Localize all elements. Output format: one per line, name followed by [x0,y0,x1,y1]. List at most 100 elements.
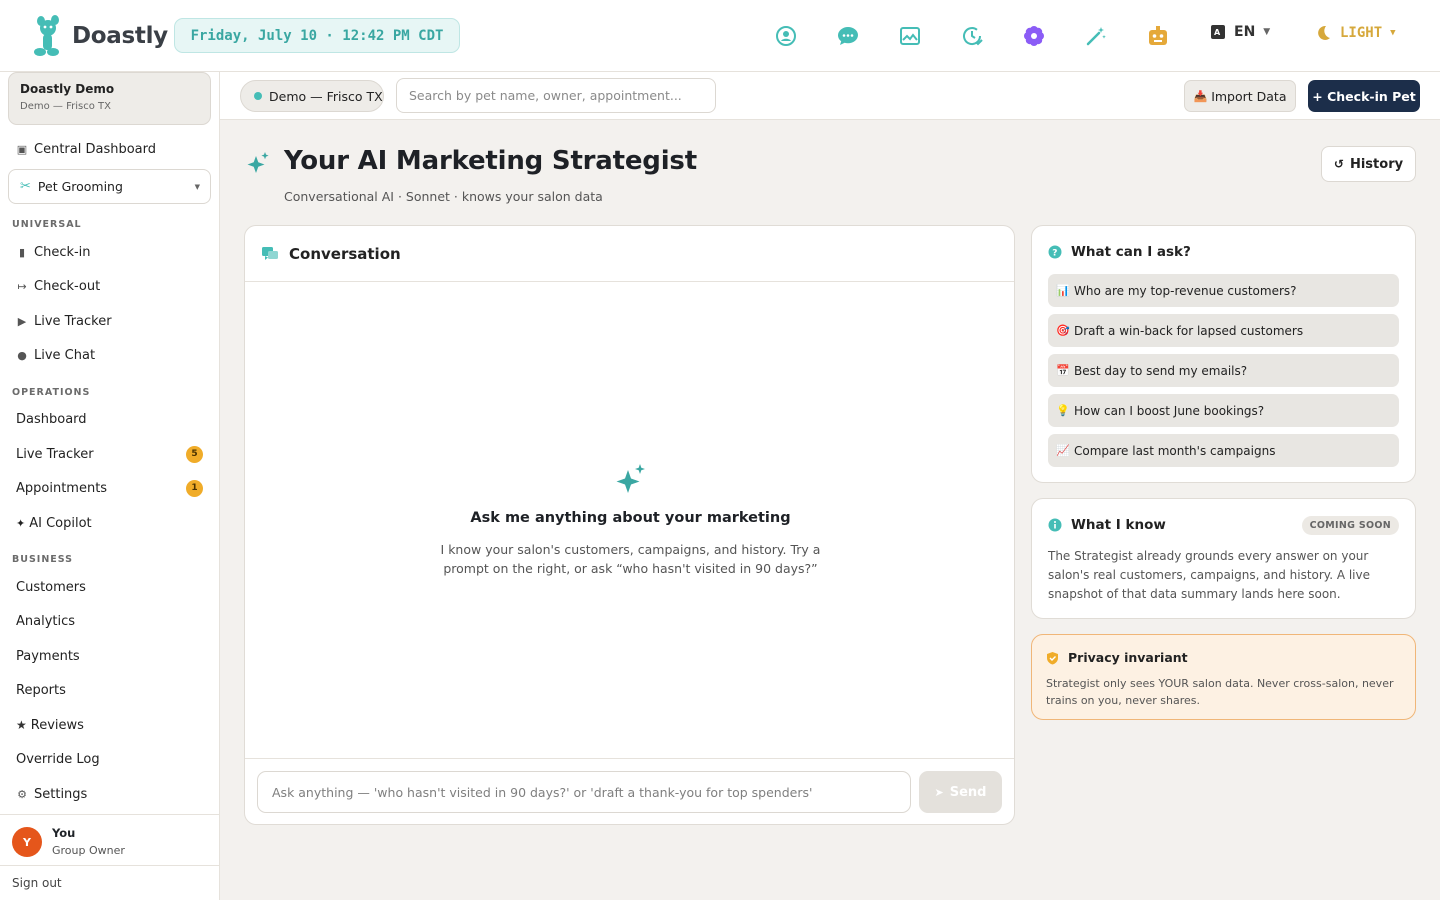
section-universal: UNIVERSAL [12,219,82,230]
sidebar-item-label: Analytics [16,613,76,629]
knowledge-description: The Strategist already grounds every ans… [1048,549,1371,601]
suggestion-best-day[interactable]: 📅 Best day to send my emails? [1048,354,1399,387]
sidebar-item-customers[interactable]: Customers [8,572,211,602]
chat-bubble-icon: ● [17,348,27,362]
empty-state: Ask me anything about your marketing I k… [245,462,1014,578]
sidebar: Doastly Demo Demo — Frisco TX ▣ Central … [0,72,220,900]
sidebar-item-label: Check-in [34,244,91,260]
suggestion-label: Best day to send my emails? [1074,363,1248,378]
shield-icon [1047,651,1058,664]
conversation-title: Conversation [289,244,401,263]
suggestion-label: Compare last month's campaigns [1074,443,1276,458]
sidebar-item-appointments[interactable]: Appointments 1 [8,473,211,503]
help-icon: ? [1048,245,1062,259]
flower-icon[interactable] [1022,24,1046,48]
privacy-header: Privacy invariant [1046,650,1188,665]
sidebar-item-live-chat[interactable]: ● Live Chat [8,340,211,370]
theme-toggle[interactable]: LIGHT ▼ [1314,24,1396,42]
chat-icon[interactable] [836,24,860,48]
sidebar-item-settings[interactable]: ⚙ Settings [8,779,211,809]
sidebar-item-label: Live Tracker [34,313,112,329]
image-icon[interactable] [898,24,922,48]
import-data-button[interactable]: 📥 Import Data [1184,80,1296,112]
sidebar-item-reports[interactable]: Reports [8,675,211,705]
info-icon [1048,518,1062,532]
datetime-badge: Friday, July 10 · 12:42 PM CDT [174,18,460,53]
sidebar-item-label: Live Tracker [16,446,94,462]
chevron-down-icon: ▼ [1263,27,1271,37]
knowledge-card: What I know COMING SOON The Strategist a… [1031,498,1416,619]
svg-text:?: ? [1052,249,1057,259]
suggestion-boost-bookings[interactable]: 💡 How can I boost June bookings? [1048,394,1399,427]
knowledge-title: What I know [1071,517,1166,533]
vertical-selector[interactable]: ✂ Pet Grooming ▼ [8,169,211,204]
suggestion-label: Draft a win-back for lapsed customers [1074,323,1304,338]
sidebar-item-ai-copilot[interactable]: ✦ AI Copilot [8,508,211,538]
sidebar-item-dashboard[interactable]: Dashboard [8,404,211,434]
lightbulb-icon: 💡 [1056,404,1070,417]
location-label: Demo — Frisco TX [269,88,383,104]
suggestion-win-back[interactable]: 🎯 Draft a win-back for lapsed customers [1048,314,1399,347]
count-badge: 1 [186,479,203,497]
location-selector[interactable]: Demo — Frisco TX [240,80,384,112]
chevron-down-icon: ▼ [1390,28,1396,38]
sidebar-item-reviews[interactable]: ★ Reviews [8,710,211,740]
magic-wand-icon[interactable] [1084,24,1108,48]
video-icon: ▶ [17,314,27,328]
sidebar-item-label: AI Copilot [29,515,92,531]
page-subtitle: Conversational AI · Sonnet · knows your … [284,189,603,204]
suggestion-label: How can I boost June bookings? [1074,403,1265,418]
clipboard-icon: ▮ [18,245,26,259]
translate-icon: A [1211,25,1225,39]
trend-chart-icon: 📈 [1056,444,1070,457]
moon-icon [1318,25,1330,40]
top-bar: Doastly Friday, July 10 · 12:42 PM CDT A… [0,0,1440,72]
sidebar-item-central-dashboard[interactable]: ▣ Central Dashboard [8,134,211,164]
sidebar-item-label: Live Chat [34,347,96,363]
user-profile[interactable]: Y You Group Owner [0,814,219,866]
history-icon: ↺ [1333,157,1344,171]
sparkles-icon [247,152,269,173]
sidebar-item-label: Payments [16,648,80,664]
sidebar-item-label: Check-out [34,278,101,294]
sidebar-item-live-tracker[interactable]: ▶ Live Tracker [8,306,211,336]
count-badge: 5 [186,445,203,463]
sidebar-item-live-tracker-ops[interactable]: Live Tracker 5 [8,439,211,469]
sidebar-item-analytics[interactable]: Analytics [8,606,211,636]
privacy-description: Strategist only sees YOUR salon data. Ne… [1046,677,1394,707]
avatar: Y [12,827,42,857]
sign-out-link[interactable]: Sign out [0,865,219,900]
inbox-icon: 📥 [1193,89,1208,103]
sidebar-item-label: Override Log [16,751,100,767]
org-switcher[interactable]: Doastly Demo Demo — Frisco TX [8,72,211,125]
svg-text:A: A [1214,28,1221,37]
profile-icon[interactable] [774,24,798,48]
send-button[interactable]: ➤ Send [919,771,1002,813]
suggestion-compare-campaigns[interactable]: 📈 Compare last month's campaigns [1048,434,1399,467]
sidebar-item-payments[interactable]: Payments [8,641,211,671]
sidebar-item-check-out[interactable]: ↦ Check-out [8,271,211,301]
language-selector[interactable]: A EN ▼ [1210,24,1270,40]
suggestions-title: What can I ask? [1071,244,1191,260]
sidebar-item-check-in[interactable]: ▮ Check-in [8,237,211,267]
sidebar-item-label: Reviews [30,717,84,733]
scissors-icon: ✂ [20,179,31,194]
app-logo[interactable]: Doastly [30,14,168,58]
robot-icon[interactable] [1146,24,1170,48]
conversation-header: Conversation [245,226,1014,282]
schedule-icon[interactable] [960,24,984,48]
calendar-icon: 📅 [1056,364,1070,377]
ask-input[interactable] [257,771,911,813]
chevron-down-icon: ▼ [194,182,200,191]
history-button[interactable]: ↺ History [1321,146,1416,182]
composer: ➤ Send [245,758,1014,824]
sidebar-item-label: Central Dashboard [34,141,156,157]
search-input[interactable] [396,78,716,113]
sidebar-item-override-log[interactable]: Override Log [8,744,211,774]
app-name: Doastly [72,23,168,49]
vertical-label: Pet Grooming [37,179,123,194]
check-in-pet-button[interactable]: + Check-in Pet [1308,80,1420,112]
suggestion-top-revenue[interactable]: 📊 Who are my top-revenue customers? [1048,274,1399,307]
send-icon: ➤ [934,785,944,799]
conversation-panel: Conversation Ask me anything about your … [244,225,1015,825]
